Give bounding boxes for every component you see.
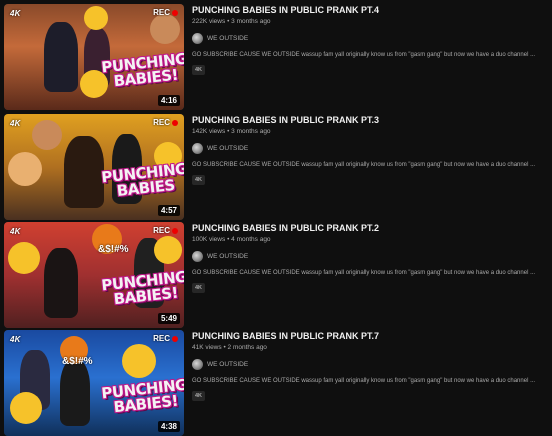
video-thumbnail[interactable]: &$!#% 4K REC PUNCHING BABIES! 4:38: [4, 330, 184, 436]
video-title[interactable]: PUNCHING BABIES IN PUBLIC PRANK PT.4: [192, 5, 547, 15]
shocked-emoji-icon: [84, 6, 108, 30]
4k-badge: 4K: [10, 119, 21, 128]
quality-badge: 4K: [192, 391, 206, 401]
video-duration: 5:49: [157, 313, 180, 324]
rec-badge: REC: [153, 8, 178, 17]
video-description: GO SUBSCRIBE CAUSE WE OUTSIDE wassup fam…: [192, 162, 536, 168]
video-thumbnail[interactable]: 4K REC PUNCHING BABIES 4:57: [4, 114, 184, 220]
channel-link[interactable]: WE OUTSIDE: [192, 33, 547, 44]
rec-dot-icon: [172, 119, 178, 126]
person-figure: [60, 360, 90, 426]
rec-dot-icon: [172, 335, 178, 342]
channel-link[interactable]: WE OUTSIDE: [192, 359, 547, 370]
channel-avatar[interactable]: [192, 251, 203, 262]
channel-avatar[interactable]: [192, 33, 203, 44]
video-meta: PUNCHING BABIES IN PUBLIC PRANK PT.7 41K…: [192, 330, 547, 402]
laughing-emoji-icon: [10, 392, 42, 424]
rec-badge: REC: [153, 226, 178, 235]
channel-link[interactable]: WE OUTSIDE: [192, 143, 547, 154]
4k-badge: 4K: [10, 227, 21, 236]
rec-badge: REC: [153, 334, 178, 343]
video-duration: 4:16: [157, 95, 180, 106]
channel-name[interactable]: WE OUTSIDE: [207, 253, 248, 260]
person-figure: [44, 248, 78, 318]
channel-name[interactable]: WE OUTSIDE: [207, 145, 248, 152]
video-thumbnail[interactable]: &$!#% 4K REC PUNCHING BABIES! 5:49: [4, 222, 184, 328]
video-result-pt4[interactable]: 4K REC PUNCHING BABIES! 4:16 PUNCHING BA…: [0, 4, 552, 110]
crying-emoji-icon: [154, 236, 182, 264]
4k-badge: 4K: [10, 9, 21, 18]
thumbnail-symbols: &$!#%: [98, 244, 129, 255]
video-description: GO SUBSCRIBE CAUSE WE OUTSIDE wassup fam…: [192, 52, 536, 58]
video-title[interactable]: PUNCHING BABIES IN PUBLIC PRANK PT.7: [192, 331, 547, 341]
rec-dot-icon: [172, 227, 178, 234]
video-stats: 142K views • 3 months ago: [192, 128, 271, 135]
baby-emoji-icon: [8, 152, 42, 186]
channel-name[interactable]: WE OUTSIDE: [207, 361, 248, 368]
video-result-pt2[interactable]: &$!#% 4K REC PUNCHING BABIES! 5:49 PUNCH…: [0, 222, 552, 328]
thumbnail-symbols: &$!#%: [62, 356, 93, 367]
channel-avatar[interactable]: [192, 359, 203, 370]
video-thumbnail[interactable]: 4K REC PUNCHING BABIES! 4:16: [4, 4, 184, 110]
rec-badge: REC: [153, 118, 178, 127]
video-meta: PUNCHING BABIES IN PUBLIC PRANK PT.2 100…: [192, 222, 547, 294]
channel-link[interactable]: WE OUTSIDE: [192, 251, 547, 262]
channel-avatar[interactable]: [192, 143, 203, 154]
video-result-pt3[interactable]: 4K REC PUNCHING BABIES 4:57 PUNCHING BAB…: [0, 114, 552, 220]
fist-icon: [150, 14, 180, 44]
video-result-pt7[interactable]: &$!#% 4K REC PUNCHING BABIES! 4:38 PUNCH…: [0, 330, 552, 436]
rec-dot-icon: [172, 9, 178, 16]
quality-badge: 4K: [192, 283, 206, 293]
quality-badge: 4K: [192, 65, 206, 75]
channel-name[interactable]: WE OUTSIDE: [207, 35, 248, 42]
video-title[interactable]: PUNCHING BABIES IN PUBLIC PRANK PT.3: [192, 115, 547, 125]
fist-icon: [32, 120, 62, 150]
steaming-emoji-icon: [122, 344, 156, 378]
video-stats: 100K views • 4 months ago: [192, 236, 271, 243]
video-stats: 41K views • 2 months ago: [192, 344, 267, 351]
4k-badge: 4K: [10, 335, 21, 344]
video-duration: 4:57: [157, 205, 180, 216]
laughing-emoji-icon: [8, 242, 40, 274]
video-title[interactable]: PUNCHING BABIES IN PUBLIC PRANK PT.2: [192, 223, 547, 233]
video-meta: PUNCHING BABIES IN PUBLIC PRANK PT.3 142…: [192, 114, 547, 186]
video-description: GO SUBSCRIBE CAUSE WE OUTSIDE wassup fam…: [192, 270, 536, 276]
video-stats: 222K views • 3 months ago: [192, 18, 271, 25]
person-figure: [44, 22, 78, 92]
quality-badge: 4K: [192, 175, 206, 185]
video-meta: PUNCHING BABIES IN PUBLIC PRANK PT.4 222…: [192, 4, 547, 76]
video-description: GO SUBSCRIBE CAUSE WE OUTSIDE wassup fam…: [192, 378, 536, 384]
video-duration: 4:38: [157, 421, 180, 432]
